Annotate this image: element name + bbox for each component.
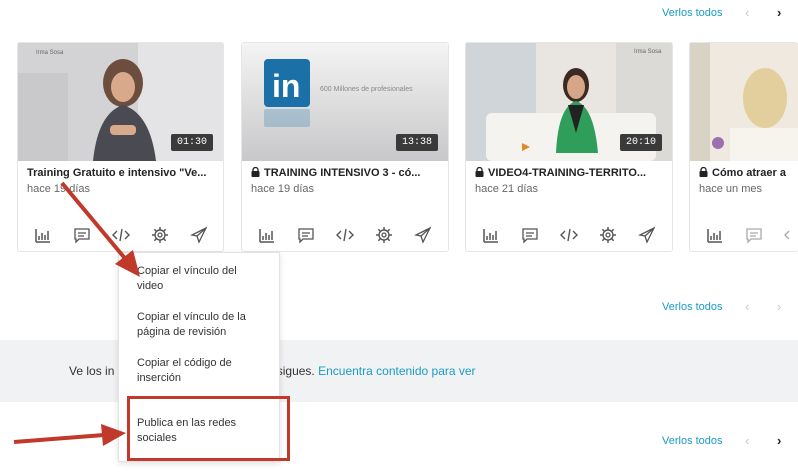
menu-item-copy-embed-code[interactable]: Copiar el código de inserción — [137, 356, 277, 386]
share-icon[interactable] — [638, 226, 656, 244]
duration-badge: 20:10 — [619, 134, 662, 151]
video-card-4[interactable]: Cómo atraer a hace un mes — [689, 42, 798, 252]
prev-chevron-icon[interactable]: ‹ — [745, 299, 749, 314]
video-title[interactable]: VIDEO4-TRAINING-TERRITO... — [475, 167, 664, 179]
video-thumbnail[interactable]: Irma Sosa 01:30 — [18, 43, 223, 161]
duration-badge: 13:38 — [395, 134, 438, 151]
video-thumbnail[interactable]: in 600 Millones de profesionales 13:38 — [242, 43, 448, 161]
video-date: hace 21 días — [475, 183, 538, 195]
video-thumbnail[interactable] — [690, 43, 798, 161]
video-date: hace 19 días — [251, 183, 314, 195]
video-card-3[interactable]: Irma Sosa 20:10 VIDEO4-TRAINING-TERRITO.… — [465, 42, 673, 252]
thumbnail-caption: 600 Millones de profesionales — [320, 86, 413, 93]
thumbnail-image — [690, 43, 798, 161]
card-actions — [242, 226, 448, 246]
next-chevron-icon[interactable]: › — [777, 433, 781, 448]
see-all-link[interactable]: Verlos todos — [662, 7, 723, 19]
next-chevron-icon[interactable]: › — [777, 299, 781, 314]
banner-prefix: Ve los in — [69, 364, 115, 378]
lock-icon — [251, 167, 260, 177]
analytics-icon[interactable] — [706, 226, 724, 244]
analytics-icon[interactable] — [258, 226, 276, 244]
svg-text:Irma Sosa: Irma Sosa — [36, 50, 64, 56]
next-chevron-icon[interactable]: › — [777, 5, 781, 20]
annotation-highlight-box — [127, 396, 290, 461]
video-title[interactable]: Cómo atraer a — [699, 167, 790, 179]
menu-item-copy-review-link[interactable]: Copiar el vínculo de la página de revisió… — [137, 310, 277, 340]
prev-chevron-icon[interactable]: ‹ — [745, 433, 749, 448]
analytics-icon[interactable] — [34, 226, 52, 244]
menu-item-copy-video-link[interactable]: Copiar el vínculo del video — [137, 264, 277, 294]
card-actions — [466, 226, 672, 246]
share-icon[interactable] — [190, 226, 208, 244]
comment-icon[interactable] — [745, 226, 763, 244]
lock-icon — [699, 167, 708, 177]
embed-icon[interactable] — [112, 226, 130, 244]
settings-icon[interactable] — [599, 226, 617, 244]
find-content-link[interactable]: Encuentra contenido para ver — [318, 364, 475, 378]
see-all-link[interactable]: Verlos todos — [662, 435, 723, 447]
duration-badge: 01:30 — [170, 134, 213, 151]
card-actions — [690, 226, 798, 246]
prev-chevron-icon[interactable]: ‹ — [745, 5, 749, 20]
video-title[interactable]: Training Gratuito e intensivo "Ve... — [27, 167, 215, 179]
video-card-1[interactable]: Irma Sosa 01:30 Training Gratuito e inte… — [17, 42, 224, 252]
video-date: hace un mes — [699, 183, 762, 195]
video-title[interactable]: TRAINING INTENSIVO 3 - có... — [251, 167, 440, 179]
comment-icon[interactable] — [73, 226, 91, 244]
svg-text:in: in — [272, 68, 300, 104]
settings-icon[interactable] — [151, 226, 169, 244]
comment-icon[interactable] — [521, 226, 539, 244]
top-nav: Verlos todos ‹ › — [0, 0, 798, 28]
video-thumbnail[interactable]: Irma Sosa 20:10 — [466, 43, 672, 161]
share-icon[interactable] — [414, 226, 432, 244]
svg-text:Irma Sosa: Irma Sosa — [634, 49, 662, 55]
see-all-link[interactable]: Verlos todos — [662, 301, 723, 313]
card-actions — [18, 226, 223, 246]
embed-icon[interactable] — [336, 226, 354, 244]
video-card-2[interactable]: in 600 Millones de profesionales 13:38 T… — [241, 42, 449, 252]
settings-icon[interactable] — [375, 226, 393, 244]
comment-icon[interactable] — [297, 226, 315, 244]
analytics-icon[interactable] — [482, 226, 500, 244]
video-date: hace 19 días — [27, 183, 90, 195]
embed-icon[interactable] — [560, 226, 578, 244]
embed-icon[interactable] — [784, 226, 798, 244]
lock-icon — [475, 167, 484, 177]
